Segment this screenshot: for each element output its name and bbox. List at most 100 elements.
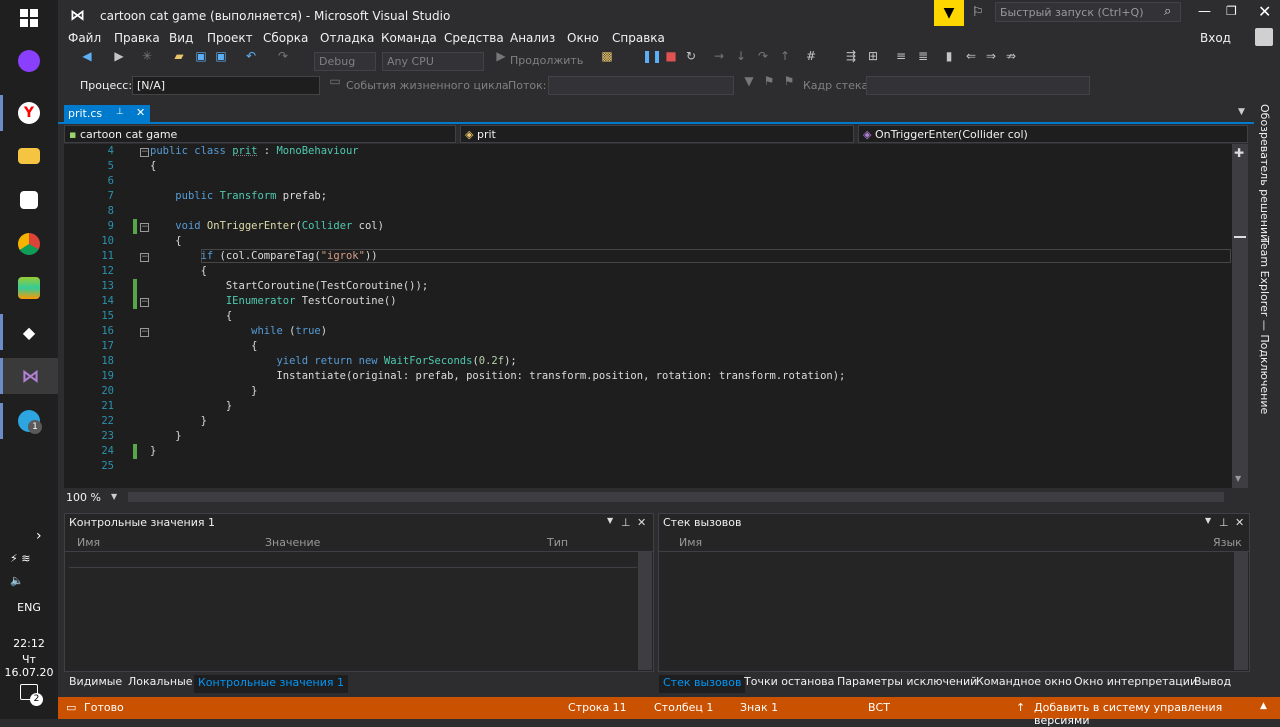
hex-display-icon[interactable]: # (804, 49, 818, 63)
menu-build[interactable]: Сборка (263, 31, 308, 45)
add-to-source-control-button[interactable]: Добавить в систему управления версиями (1034, 701, 1280, 727)
feedback-icon[interactable]: ⚐ (972, 5, 984, 20)
code-line[interactable]: StartCoroutine(TestCoroutine()); (150, 280, 428, 292)
outdent-icon[interactable]: ≣ (916, 49, 930, 63)
tab-immediate-window[interactable]: Окно интерпретации (1070, 675, 1201, 688)
column-name[interactable]: Имя (679, 536, 702, 549)
zoom-level[interactable]: 100 % (66, 491, 101, 504)
collapse-icon[interactable]: − (140, 328, 149, 337)
save-icon[interactable]: ▣ (194, 49, 208, 63)
telegram-icon[interactable] (8, 403, 50, 439)
code-line[interactable]: } (150, 445, 156, 457)
pin-icon[interactable]: ⊥ (116, 107, 124, 117)
watch-empty-row[interactable] (69, 552, 637, 568)
store-icon[interactable] (8, 182, 50, 218)
open-folder-icon[interactable]: ▰ (172, 49, 186, 63)
breakpoint-icon[interactable]: ⇶ (844, 49, 858, 63)
lifecycle-events-button[interactable]: События жизненного цикла (346, 79, 509, 92)
code-line[interactable]: { (150, 235, 181, 247)
bookmark-icon[interactable]: ▮ (942, 49, 956, 63)
code-line[interactable]: public Transform prefab; (150, 190, 327, 202)
forward-icon[interactable]: ▶ (112, 49, 126, 63)
account-avatar[interactable] (1255, 28, 1273, 46)
code-line[interactable]: while (true) (150, 325, 327, 337)
tab-exception-settings[interactable]: Параметры исключений (833, 675, 981, 688)
chevron-right-icon[interactable]: › (36, 528, 42, 544)
tab-autos[interactable]: Видимые (65, 675, 126, 688)
code-line[interactable]: } (150, 385, 257, 397)
unity-icon[interactable]: ◆ (8, 314, 50, 350)
pause-icon[interactable]: ❚❚ (642, 49, 662, 63)
tab-prit-cs[interactable]: prit.cs ⊥ ✕ (64, 105, 150, 124)
code-line[interactable]: yield return new WaitForSeconds(0.2f); (150, 355, 516, 367)
alice-assistant-icon[interactable] (8, 43, 50, 79)
close-button[interactable]: ✕ (1258, 2, 1271, 21)
process-select[interactable]: [N/A] (132, 76, 320, 95)
step-into-icon[interactable]: ↓ (734, 49, 748, 63)
column-value[interactable]: Значение (265, 536, 320, 549)
menu-tools[interactable]: Средства (444, 31, 504, 45)
menu-help[interactable]: Справка (612, 31, 665, 45)
column-type[interactable]: Тип (547, 536, 568, 549)
clock-time[interactable]: 22:12 (0, 637, 58, 650)
file-explorer-icon[interactable] (8, 138, 50, 174)
toggle-icon[interactable]: ⊞ (866, 49, 880, 63)
code-line[interactable]: Instantiate(original: prefab, position: … (150, 370, 845, 382)
menu-analyze[interactable]: Анализ (510, 31, 555, 45)
network-icon[interactable]: ⚡ ≋ (10, 552, 30, 565)
redo-icon[interactable]: ↷ (276, 49, 290, 63)
horizontal-scrollbar[interactable] (128, 492, 1224, 502)
collapse-icon[interactable]: − (140, 253, 149, 262)
bluestacks-icon[interactable] (8, 270, 50, 306)
tab-overflow-icon[interactable]: ▼ (1238, 107, 1245, 117)
process-icon[interactable]: ▩ (600, 49, 614, 63)
menu-debug[interactable]: Отладка (320, 31, 374, 45)
yandex-browser-icon[interactable]: Y (8, 95, 50, 131)
menu-team[interactable]: Команда (381, 31, 437, 45)
code-line[interactable]: IEnumerator TestCoroutine() (150, 295, 397, 307)
sign-in-link[interactable]: Вход (1200, 31, 1231, 45)
code-line[interactable]: if (col.CompareTag("igrok")) (150, 250, 378, 262)
filter-icon[interactable]: ▼ (742, 74, 756, 88)
volume-icon[interactable]: 🔈 (10, 574, 24, 587)
editor-vertical-scrollbar[interactable]: ✚ ▼ (1232, 144, 1248, 488)
stack-frame-select[interactable] (866, 76, 1090, 95)
continue-button[interactable]: Продолжить (510, 54, 583, 67)
member-nav-select[interactable]: ◈ OnTriggerEnter(Collider col) (858, 125, 1248, 143)
collapse-icon[interactable]: − (140, 298, 149, 307)
solution-explorer-tab[interactable]: Обозреватель решений (1258, 104, 1271, 241)
menu-window[interactable]: Окно (567, 31, 599, 45)
zoom-dropdown-icon[interactable]: ▼ (111, 492, 117, 501)
code-line[interactable]: { (150, 160, 156, 172)
tab-breakpoints[interactable]: Точки останова (740, 675, 838, 688)
quick-launch-input[interactable]: Быстрый запуск (Ctrl+Q) (995, 2, 1181, 22)
step-out-icon[interactable]: ↑ (778, 49, 792, 63)
undo-icon[interactable]: ↶ (244, 49, 258, 63)
menu-project[interactable]: Проект (207, 31, 253, 45)
code-editor[interactable]: 4 5 6 7 8 9 10 11 12 13 14 15 16 17 18 19 20 21 22 23 24 25 p… (64, 144, 1232, 488)
collapse-icon[interactable]: − (140, 148, 149, 157)
collapse-icon[interactable]: − (140, 223, 149, 232)
watch-pin-icon[interactable]: ⊥ (621, 516, 631, 529)
next-bookmark-icon[interactable]: ⇒ (984, 49, 998, 63)
code-line[interactable]: } (150, 430, 181, 442)
callstack-dropdown-icon[interactable]: ▼ (1205, 516, 1211, 525)
thread-select[interactable] (548, 76, 734, 95)
configuration-select[interactable]: Debug (314, 52, 376, 71)
column-language[interactable]: Язык (1213, 536, 1242, 549)
callstack-close-icon[interactable]: ✕ (1235, 516, 1244, 529)
search-icon[interactable]: ⌕ (1164, 4, 1171, 19)
tab-call-stack[interactable]: Стек вызовов (659, 675, 746, 693)
watch-close-icon[interactable]: ✕ (637, 516, 646, 529)
continue-icon[interactable]: ▶ (494, 49, 508, 63)
callstack-pin-icon[interactable]: ⊥ (1219, 516, 1229, 529)
scroll-down-icon[interactable]: ▼ (1235, 474, 1241, 483)
step-over-icon[interactable]: ↷ (756, 49, 770, 63)
indent-icon[interactable]: ≡ (894, 49, 908, 63)
menu-edit[interactable]: Правка (114, 31, 160, 45)
code-line[interactable]: public class prit : MonoBehaviour (150, 145, 359, 157)
close-tab-icon[interactable]: ✕ (136, 106, 145, 119)
code-line[interactable]: { (150, 265, 207, 277)
platform-select[interactable]: Any CPU (382, 52, 484, 71)
callstack-scrollbar[interactable] (1234, 552, 1248, 670)
